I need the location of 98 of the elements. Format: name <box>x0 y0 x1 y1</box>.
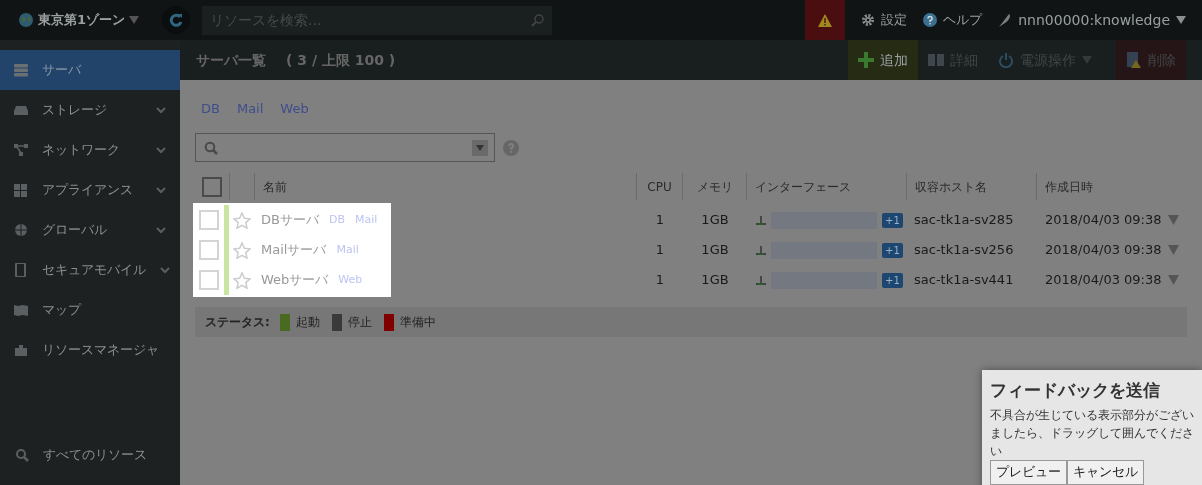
dropdown-button[interactable] <box>472 139 488 156</box>
book-icon <box>928 52 944 68</box>
table-cell-text: 1 <box>654 241 666 260</box>
sidebar-item[interactable]: すべてのリソース <box>0 435 180 475</box>
table-cell-text: 1GB <box>700 241 730 260</box>
table-cell-text: sac-tk1a-sv285 <box>913 211 1015 230</box>
caret-icon <box>1176 16 1186 24</box>
caret-icon <box>476 144 484 151</box>
sidebar-item[interactable]: サーバ <box>0 50 180 90</box>
caret-icon[interactable] <box>1167 215 1179 225</box>
sidebar-item[interactable]: グローバル <box>0 210 180 250</box>
select-all-checkbox[interactable] <box>202 176 222 197</box>
sidebar-item[interactable]: ストレージ <box>0 90 180 130</box>
column-header[interactable]: 収容ホスト名 <box>915 177 987 196</box>
table-cell-text: 2018/04/03 09:38 <box>1045 241 1162 260</box>
help-icon <box>503 139 519 156</box>
table-cell-text: 2018/04/03 09:38 <box>1045 211 1162 230</box>
search-icon <box>531 13 544 27</box>
table-cell-text: 1 <box>654 211 666 230</box>
table-cell-text: 1GB <box>700 211 730 230</box>
legend-label: 停止 <box>347 314 372 331</box>
tag-filter-link[interactable]: DB <box>201 98 220 119</box>
column-header[interactable]: 作成日時 <box>1045 177 1093 196</box>
feedback-button[interactable]: プレビュー <box>990 459 1067 485</box>
document-warning-icon <box>1126 52 1142 68</box>
legend-label: 準備中 <box>399 314 436 331</box>
count-badge: +1 <box>882 242 903 258</box>
sidebar-item[interactable]: セキュアモバイル <box>0 250 180 290</box>
table-cell-text: 1GB <box>700 271 730 290</box>
row-checkbox[interactable] <box>199 240 219 260</box>
gear-icon <box>861 13 876 27</box>
filter-field[interactable] <box>195 133 495 162</box>
help-icon <box>923 13 938 27</box>
server-icon <box>14 63 28 77</box>
column-header[interactable]: CPU <box>647 177 672 196</box>
column-header[interactable]: インターフェース <box>755 177 851 196</box>
legend-title: ステータス: <box>205 314 270 331</box>
grid-icon <box>14 183 28 197</box>
globe-icon <box>18 12 34 28</box>
user-menu[interactable]: nnn00000:knowledge <box>998 9 1186 31</box>
feedback-button[interactable]: キャンセル <box>1067 459 1144 485</box>
feedback-message: 不具合が生じている表示部分がございましたら、ドラッグして囲んでください <box>990 406 1195 460</box>
server-name-link[interactable]: DBサーバ <box>261 210 319 230</box>
feather-icon <box>998 13 1013 27</box>
feedback-title: フィードバックを送信 <box>990 379 1161 402</box>
antenna-icon <box>755 215 767 225</box>
item-count: ( 3 / 上限 100 ) <box>286 50 396 70</box>
star-icon[interactable] <box>233 211 251 229</box>
refresh-button[interactable] <box>162 6 190 34</box>
alert-button[interactable] <box>805 0 846 40</box>
toolbar-button[interactable]: 追加 <box>848 40 918 80</box>
server-name-link[interactable]: Webサーバ <box>261 270 329 290</box>
tag-label: Web <box>338 271 363 288</box>
zone-selector[interactable]: 東京第1ゾーン <box>0 10 160 30</box>
plus-icon <box>858 52 874 68</box>
server-name-link[interactable]: Mailサーバ <box>261 240 327 260</box>
table-cell-text: 1 <box>654 271 666 290</box>
star-icon[interactable] <box>233 271 251 289</box>
tag-label: Mail <box>354 211 378 228</box>
count-badge: +1 <box>882 212 903 228</box>
power-icon <box>998 52 1014 68</box>
antenna-icon <box>755 275 767 285</box>
globe-icon <box>14 223 28 237</box>
antenna-icon <box>755 245 767 255</box>
phone-icon <box>14 263 28 277</box>
search-icon <box>16 448 29 462</box>
legend-label: 起動 <box>295 314 320 331</box>
row-checkbox[interactable] <box>199 270 219 290</box>
column-header[interactable]: 名前 <box>263 177 287 196</box>
sidebar-item[interactable]: リソースマネージャ <box>0 330 180 370</box>
tag-filter-link[interactable]: Mail <box>236 98 264 119</box>
table-cell-text: 2018/04/03 09:38 <box>1045 271 1162 290</box>
column-header[interactable]: メモリ <box>696 177 733 196</box>
header-link[interactable]: ヘルプ <box>923 10 983 30</box>
tag-label: DB <box>328 211 345 228</box>
search-icon <box>204 140 218 155</box>
refresh-icon <box>169 13 183 27</box>
sidebar-item[interactable]: アプライアンス <box>0 170 180 210</box>
header-link[interactable]: 設定 <box>861 10 908 30</box>
puzzle-icon <box>14 343 28 357</box>
caret-icon[interactable] <box>1167 275 1179 285</box>
sidebar-item[interactable]: マップ <box>0 290 180 330</box>
table-cell-text: sac-tk1a-sv441 <box>913 271 1015 290</box>
count-badge: +1 <box>882 272 903 288</box>
sidebar-item[interactable]: ネットワーク <box>0 130 180 170</box>
warning-icon <box>818 13 833 27</box>
drive-icon <box>14 103 28 117</box>
caret-icon <box>1082 56 1092 64</box>
map-icon <box>14 303 28 317</box>
caret-icon <box>129 16 140 24</box>
table-cell-text: sac-tk1a-sv256 <box>913 241 1015 260</box>
tag-filter-link[interactable]: Web <box>280 98 309 119</box>
star-icon[interactable] <box>233 241 251 259</box>
page-title: サーバ一覧 <box>196 50 266 70</box>
network-icon <box>14 143 28 157</box>
row-checkbox[interactable] <box>199 210 219 230</box>
tag-label: Mail <box>336 241 359 258</box>
caret-icon[interactable] <box>1167 245 1179 255</box>
